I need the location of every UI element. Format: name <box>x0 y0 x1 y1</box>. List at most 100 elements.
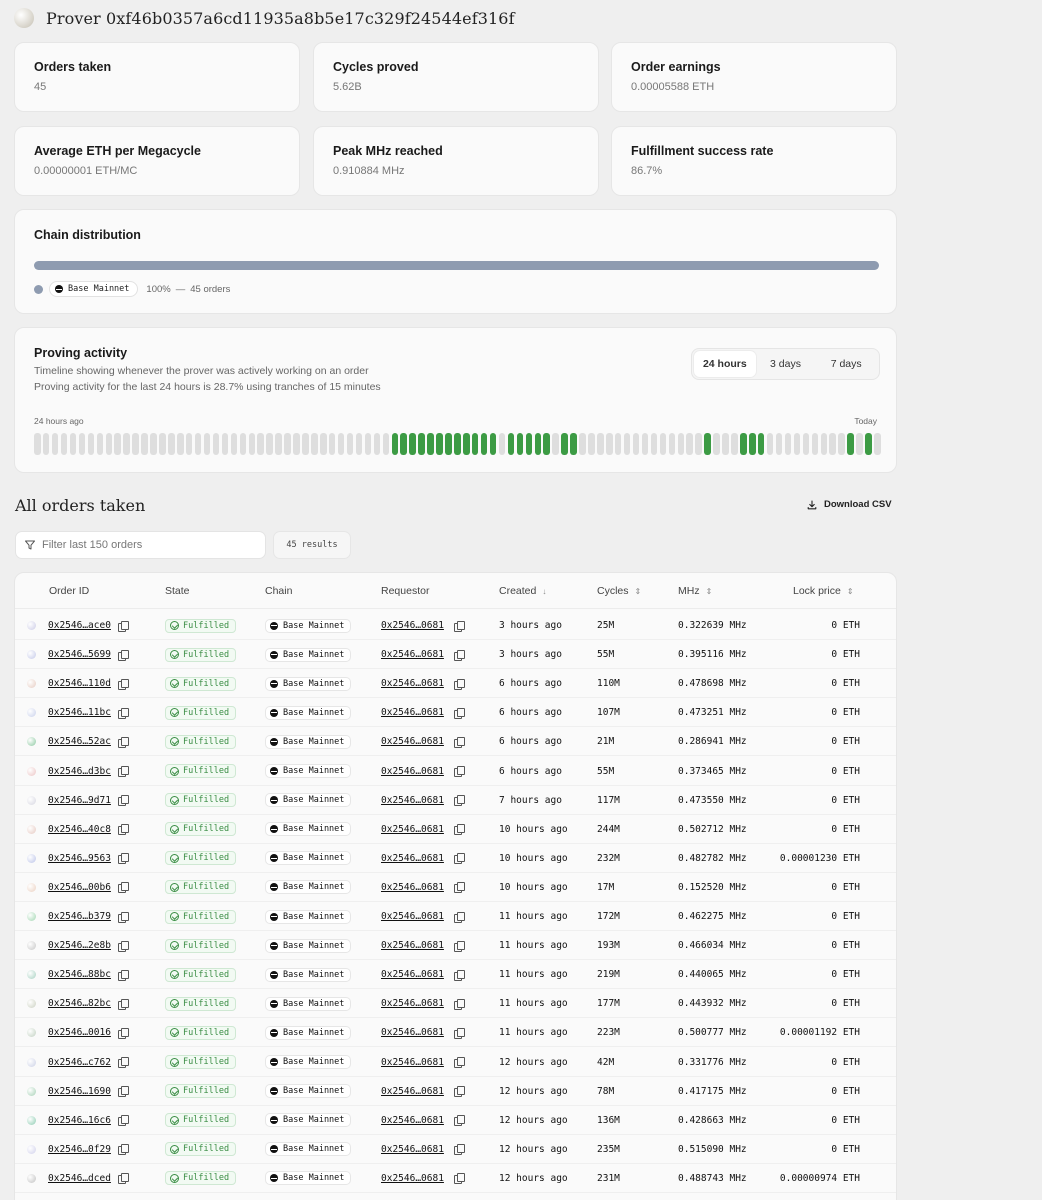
requestor-link[interactable]: 0x2546…0681 <box>381 620 444 631</box>
copy-icon[interactable] <box>453 766 465 777</box>
order-id-link[interactable]: 0x2546…2e8b <box>48 940 111 951</box>
requestor-link[interactable]: 0x2546…0681 <box>381 1086 444 1097</box>
copy-icon[interactable] <box>117 1027 129 1039</box>
table-row[interactable]: 0x2546…2e8b Fulfilled Base Mainnet 0x254… <box>15 931 896 961</box>
requestor-link[interactable]: 0x2546…0681 <box>381 1057 444 1068</box>
order-id-link[interactable]: 0x2546…dced <box>48 1173 111 1184</box>
requestor-link[interactable]: 0x2546…0681 <box>381 707 444 718</box>
order-id-link[interactable]: 0x2546…0f29 <box>48 1144 111 1155</box>
requestor-link[interactable]: 0x2546…0681 <box>381 969 444 980</box>
table-row[interactable]: 0x2546…9d71 Fulfilled Base Mainnet 0x254… <box>15 786 896 815</box>
table-row[interactable]: 0x2546…ace0 Fulfilled Base Mainnet 0x254… <box>15 611 896 640</box>
table-row[interactable]: 0x2546…00b6 Fulfilled Base Mainnet 0x254… <box>15 873 896 902</box>
copy-icon[interactable] <box>117 678 129 690</box>
copy-icon[interactable] <box>117 649 129 661</box>
requestor-link[interactable]: 0x2546…0681 <box>381 882 444 893</box>
copy-icon[interactable] <box>453 911 465 923</box>
requestor-link[interactable]: 0x2546…0681 <box>381 824 444 835</box>
column-header-state[interactable]: State <box>165 585 190 597</box>
order-id-link[interactable]: 0x2546…40c8 <box>48 824 111 835</box>
table-row[interactable]: 0x2546…9563 Fulfilled Base Mainnet 0x254… <box>15 844 896 873</box>
copy-icon[interactable] <box>117 940 129 952</box>
copy-icon[interactable] <box>117 795 129 807</box>
table-row[interactable]: 0x2546…11bc Fulfilled Base Mainnet 0x254… <box>15 698 896 728</box>
column-header-created[interactable]: Created ↓ <box>499 585 546 597</box>
order-id-link[interactable]: 0x2546…ace0 <box>48 620 111 631</box>
copy-icon[interactable] <box>117 766 129 777</box>
order-id-link[interactable]: 0x2546…1690 <box>48 1086 111 1097</box>
requestor-link[interactable]: 0x2546…0681 <box>381 649 444 660</box>
tab-3-days[interactable]: 3 days <box>756 351 816 377</box>
copy-icon[interactable] <box>117 853 129 865</box>
copy-icon[interactable] <box>453 969 465 981</box>
column-header-lock-price[interactable]: Lock price ⇕ <box>793 585 854 597</box>
copy-icon[interactable] <box>453 707 465 719</box>
copy-icon[interactable] <box>117 1115 129 1127</box>
copy-icon[interactable] <box>453 736 465 748</box>
order-id-link[interactable]: 0x2546…110d <box>48 678 111 689</box>
copy-icon[interactable] <box>453 1057 465 1068</box>
requestor-link[interactable]: 0x2546…0681 <box>381 998 444 1009</box>
requestor-link[interactable]: 0x2546…0681 <box>381 678 444 689</box>
table-row[interactable]: 0x2546…dced Fulfilled Base Mainnet 0x254… <box>15 1164 896 1193</box>
copy-icon[interactable] <box>453 649 465 661</box>
copy-icon[interactable] <box>453 1086 465 1098</box>
copy-icon[interactable] <box>453 678 465 690</box>
copy-icon[interactable] <box>453 853 465 865</box>
tab-7-days[interactable]: 7 days <box>815 351 877 377</box>
order-id-link[interactable]: 0x2546…88bc <box>48 969 111 980</box>
requestor-link[interactable]: 0x2546…0681 <box>381 911 444 922</box>
order-id-link[interactable]: 0x2546…5699 <box>48 649 111 660</box>
table-row[interactable]: 0x2546…0f29 Fulfilled Base Mainnet 0x254… <box>15 1135 896 1164</box>
requestor-link[interactable]: 0x2546…0681 <box>381 1115 444 1126</box>
requestor-link[interactable]: 0x2546…0681 <box>381 736 444 747</box>
table-row[interactable]: 0x2546…82bc Fulfilled Base Mainnet 0x254… <box>15 989 896 1019</box>
copy-icon[interactable] <box>453 882 465 894</box>
order-id-link[interactable]: 0x2546…11bc <box>48 707 111 718</box>
copy-icon[interactable] <box>117 736 129 748</box>
table-row[interactable]: 0x2546…1690 Fulfilled Base Mainnet 0x254… <box>15 1077 896 1106</box>
requestor-link[interactable]: 0x2546…0681 <box>381 853 444 864</box>
table-row[interactable]: 0x2546…5699 Fulfilled Base Mainnet 0x254… <box>15 640 896 670</box>
requestor-link[interactable]: 0x2546…0681 <box>381 795 444 806</box>
copy-icon[interactable] <box>453 1115 465 1127</box>
order-id-link[interactable]: 0x2546…c762 <box>48 1057 111 1068</box>
table-row[interactable]: 0x2546…0016 Fulfilled Base Mainnet 0x254… <box>15 1018 896 1048</box>
copy-icon[interactable] <box>453 1144 465 1156</box>
copy-icon[interactable] <box>117 1144 129 1156</box>
copy-icon[interactable] <box>453 620 465 632</box>
column-header-mhz[interactable]: MHz ⇕ <box>678 585 712 597</box>
column-header-chain[interactable]: Chain <box>265 585 292 597</box>
download-csv-button[interactable]: Download CSV <box>807 499 892 510</box>
requestor-link[interactable]: 0x2546…0681 <box>381 766 444 777</box>
copy-icon[interactable] <box>117 911 129 923</box>
order-id-link[interactable]: 0x2546…9563 <box>48 853 111 864</box>
copy-icon[interactable] <box>117 707 129 719</box>
copy-icon[interactable] <box>453 1173 465 1185</box>
copy-icon[interactable] <box>453 1027 465 1039</box>
filter-orders-input[interactable] <box>42 539 252 551</box>
column-header-order-id[interactable]: Order ID <box>49 585 89 597</box>
copy-icon[interactable] <box>117 1086 129 1098</box>
copy-icon[interactable] <box>117 1057 129 1068</box>
requestor-link[interactable]: 0x2546…0681 <box>381 1027 444 1038</box>
requestor-link[interactable]: 0x2546…0681 <box>381 940 444 951</box>
copy-icon[interactable] <box>117 998 129 1010</box>
copy-icon[interactable] <box>453 824 465 836</box>
table-row[interactable]: 0x2546…c762 Fulfilled Base Mainnet 0x254… <box>15 1048 896 1077</box>
order-id-link[interactable]: 0x2546…16c6 <box>48 1115 111 1126</box>
column-header-cycles[interactable]: Cycles ⇕ <box>597 585 641 597</box>
order-id-link[interactable]: 0x2546…d3bc <box>48 766 111 777</box>
order-id-link[interactable]: 0x2546…0016 <box>48 1027 111 1038</box>
copy-icon[interactable] <box>453 940 465 952</box>
order-id-link[interactable]: 0x2546…52ac <box>48 736 111 747</box>
table-row[interactable]: 0x2546…16c6 Fulfilled Base Mainnet 0x254… <box>15 1106 896 1135</box>
copy-icon[interactable] <box>453 795 465 807</box>
order-id-link[interactable]: 0x2546…82bc <box>48 998 111 1009</box>
table-row[interactable]: 0x2546…40c8 Fulfilled Base Mainnet 0x254… <box>15 815 896 844</box>
table-row[interactable]: 0x2546…d3bc Fulfilled Base Mainnet 0x254… <box>15 757 896 786</box>
copy-icon[interactable] <box>117 620 129 632</box>
order-id-link[interactable]: 0x2546…00b6 <box>48 882 111 893</box>
requestor-link[interactable]: 0x2546…0681 <box>381 1173 444 1184</box>
column-header-requestor[interactable]: Requestor <box>381 585 429 597</box>
